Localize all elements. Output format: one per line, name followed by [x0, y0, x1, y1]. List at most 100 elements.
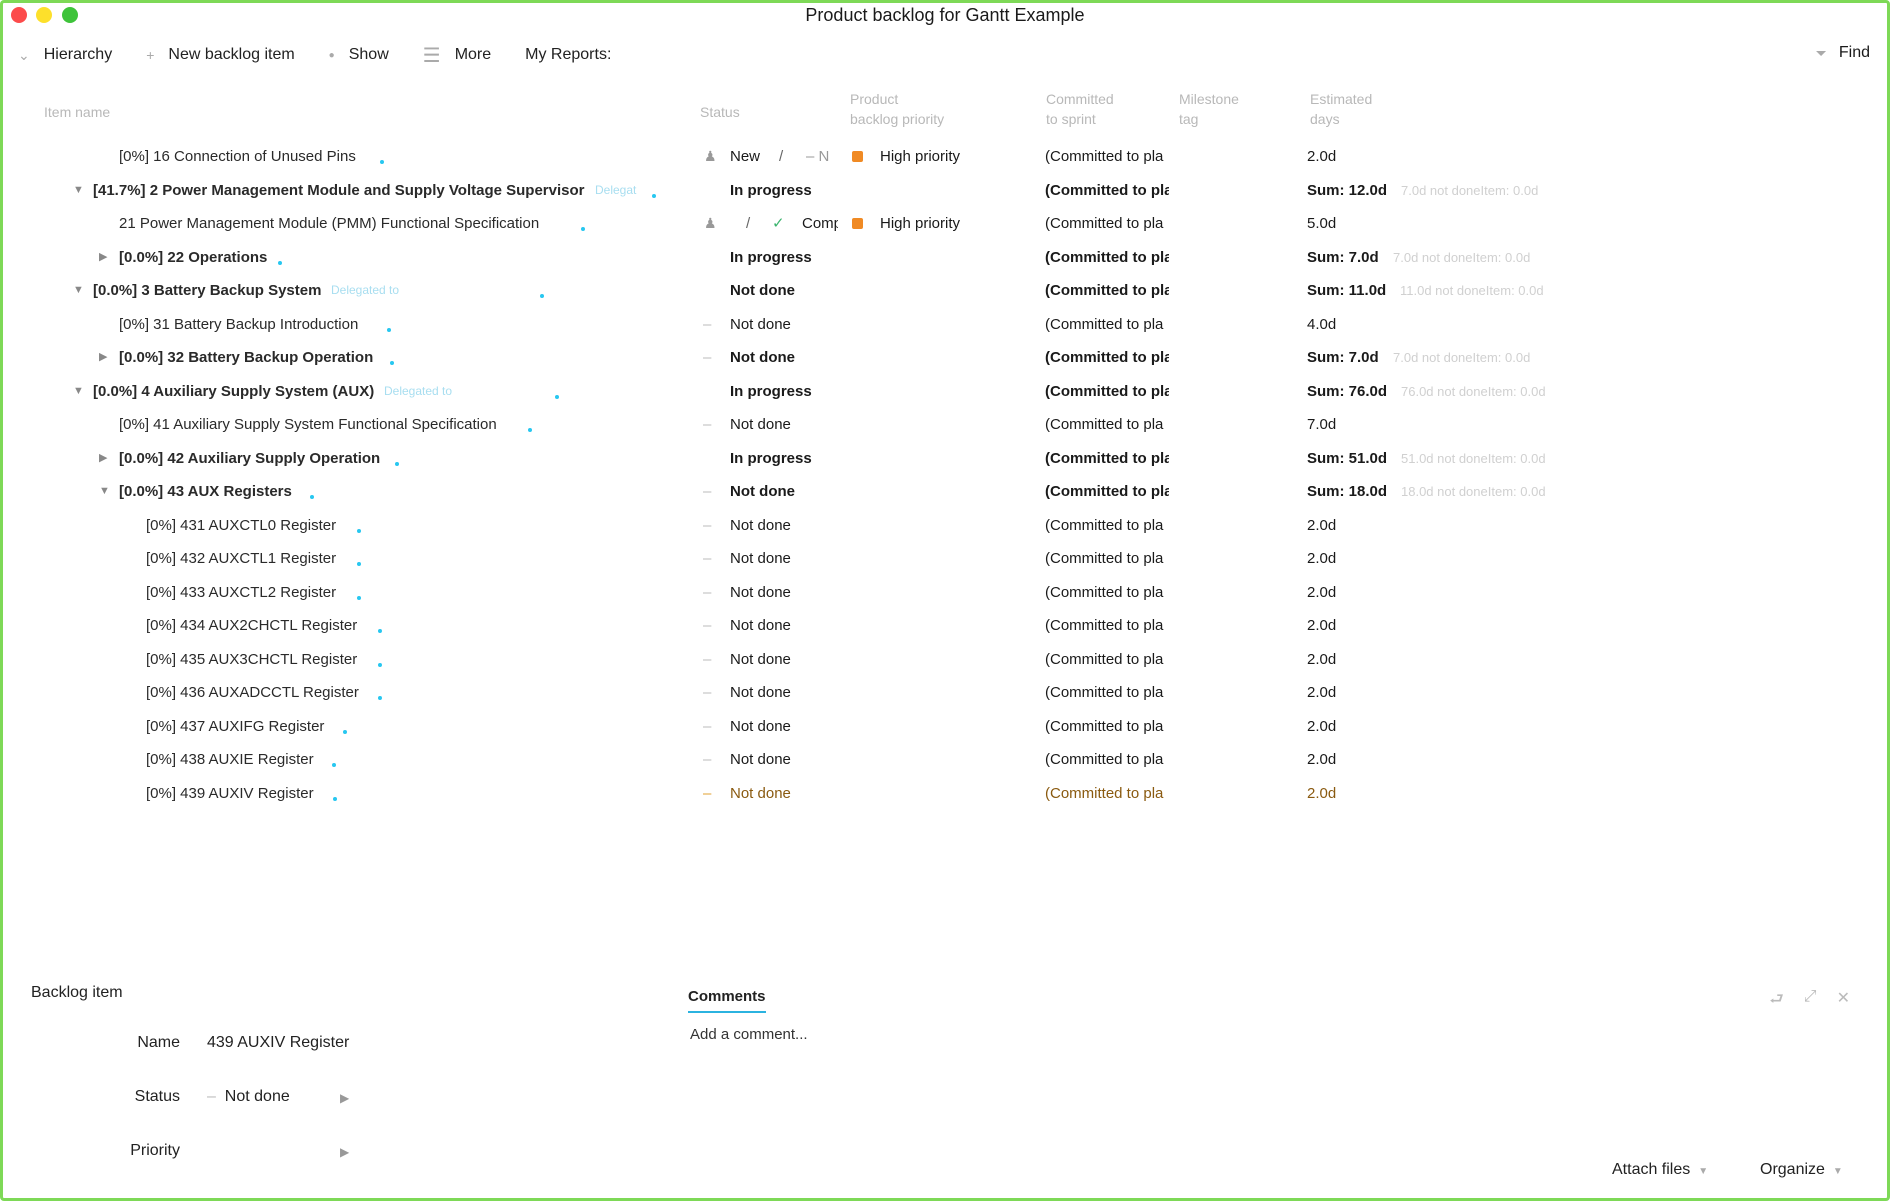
committed-sprint[interactable]: (Committed to pla [1045, 140, 1169, 173]
committed-sprint[interactable]: (Committed to pla [1045, 274, 1169, 307]
item-name[interactable]: [0.0%] 42 Auxiliary Supply Operation [119, 442, 380, 475]
committed-sprint[interactable]: (Committed to pla [1045, 308, 1169, 341]
item-name[interactable]: [0%] 31 Battery Backup Introduction [119, 308, 358, 341]
status-text[interactable]: In progress [730, 442, 812, 475]
committed-sprint[interactable]: (Committed to pla [1045, 676, 1169, 709]
expand-toggle-icon[interactable]: ▶ [99, 442, 107, 475]
committed-sprint[interactable]: (Committed to pla [1045, 174, 1169, 207]
status-text[interactable]: New [730, 140, 760, 173]
hierarchy-button[interactable]: ⌄ Hierarchy [18, 46, 112, 64]
table-row[interactable]: ▶ [0.0%] 22 Operations In progress (Committ… [0, 241, 1890, 274]
committed-sprint[interactable]: (Committed to pla [1045, 777, 1169, 810]
expand-toggle-icon[interactable]: ▶ [99, 241, 107, 274]
committed-sprint[interactable]: (Committed to pla [1045, 710, 1169, 743]
committed-sprint[interactable]: (Committed to pla [1045, 375, 1169, 408]
estimated-days[interactable]: 2.0d [1307, 710, 1336, 743]
estimated-days[interactable]: 2.0d [1307, 777, 1336, 810]
table-row[interactable]: [0%] 431 AUXCTL0 Register – Not done (Commi… [0, 509, 1890, 542]
item-name[interactable]: [0%] 434 AUX2CHCTL Register [146, 609, 357, 642]
committed-sprint[interactable]: (Committed to pla [1045, 542, 1169, 575]
item-name[interactable]: [0%] 438 AUXIE Register [146, 743, 314, 776]
expand-icon[interactable]: ⤢ [1804, 988, 1817, 1015]
committed-sprint[interactable]: (Committed to pla [1045, 442, 1169, 475]
organize-button[interactable]: Organize ▼ [1760, 1161, 1843, 1179]
committed-sprint[interactable]: (Committed to pla [1045, 408, 1169, 441]
item-name[interactable]: [0.0%] 22 Operations [119, 241, 267, 274]
collapse-toggle-icon[interactable]: ▼ [73, 375, 84, 408]
table-row[interactable]: [0%] 435 AUX3CHCTL Register – Not done (Com… [0, 643, 1890, 676]
status-text[interactable]: Not done [730, 408, 791, 441]
estimated-days[interactable]: 2.0d [1307, 643, 1336, 676]
item-name[interactable]: [0.0%] 3 Battery Backup System [93, 274, 321, 307]
status-text[interactable]: Not done [730, 643, 791, 676]
close-icon[interactable]: ✕ [1837, 988, 1850, 1015]
status-text[interactable]: In progress [730, 375, 812, 408]
estimated-days[interactable]: Sum: 7.0d [1307, 241, 1379, 274]
committed-sprint[interactable]: (Committed to pla [1045, 509, 1169, 542]
status-text[interactable]: Not done [730, 308, 791, 341]
item-name[interactable]: [0%] 41 Auxiliary Supply System Function… [119, 408, 497, 441]
table-row[interactable]: ▶ [0.0%] 32 Battery Backup Operation – Not … [0, 341, 1890, 374]
expand-toggle-icon[interactable]: ▶ [99, 341, 107, 374]
column-header-sprint[interactable]: Committed to sprint [1046, 89, 1114, 129]
column-header-name[interactable]: Item name [44, 102, 110, 122]
column-header-priority[interactable]: Product backlog priority [850, 89, 944, 129]
estimated-days[interactable]: Sum: 12.0d [1307, 174, 1387, 207]
table-row[interactable]: [0%] 433 AUXCTL2 Register – Not done (Commi… [0, 576, 1890, 609]
estimated-days[interactable]: 2.0d [1307, 743, 1336, 776]
table-row[interactable]: [0%] 438 AUXIE Register – Not done (Committ… [0, 743, 1890, 776]
table-row[interactable]: [0%] 16 Connection of Unused Pins ♟ New / – … [0, 140, 1890, 173]
status-field-value[interactable]: – Not done [207, 1088, 290, 1106]
status-text[interactable]: Comp [802, 207, 838, 240]
status-text[interactable]: Not done [730, 475, 795, 508]
item-name[interactable]: [0%] 435 AUX3CHCTL Register [146, 643, 357, 676]
estimated-days[interactable]: 2.0d [1307, 609, 1336, 642]
committed-sprint[interactable]: (Committed to pla [1045, 241, 1169, 274]
status-text[interactable]: Not done [730, 542, 791, 575]
item-name[interactable]: [0.0%] 32 Battery Backup Operation [119, 341, 373, 374]
estimated-days[interactable]: 2.0d [1307, 542, 1336, 575]
collapse-toggle-icon[interactable]: ▼ [73, 174, 84, 207]
item-name[interactable]: 21 Power Management Module (PMM) Functio… [119, 207, 539, 240]
status-chevron-icon[interactable]: ▶ [340, 1091, 349, 1105]
estimated-days[interactable]: Sum: 11.0d [1307, 274, 1386, 307]
enter-icon[interactable]: ⮐ [1769, 988, 1783, 1015]
committed-sprint[interactable]: (Committed to pla [1045, 207, 1169, 240]
table-row[interactable]: ▼ [41.7%] 2 Power Management Module and S… [0, 174, 1890, 207]
column-header-estimated[interactable]: Estimated days [1310, 89, 1372, 129]
committed-sprint[interactable]: (Committed to pla [1045, 576, 1169, 609]
table-row[interactable]: [0%] 439 AUXIV Register – Not done (Committ… [0, 777, 1890, 810]
estimated-days[interactable]: Sum: 7.0d [1307, 341, 1379, 374]
table-row[interactable]: [0%] 436 AUXADCCTL Register – Not done (Com… [0, 676, 1890, 709]
assignee-icon[interactable]: ♟ [704, 207, 717, 240]
item-name[interactable]: [0%] 16 Connection of Unused Pins [119, 140, 356, 173]
item-name[interactable]: [0%] 439 AUXIV Register [146, 777, 314, 810]
estimated-days[interactable]: Sum: 76.0d [1307, 375, 1387, 408]
attach-files-button[interactable]: Attach files ▼ [1612, 1161, 1708, 1179]
item-name[interactable]: [0%] 436 AUXADCCTL Register [146, 676, 359, 709]
table-row[interactable]: ▼ [0.0%] 4 Auxiliary Supply System (AUX) D… [0, 375, 1890, 408]
status-text[interactable]: Not done [730, 676, 791, 709]
show-button[interactable]: ● Show [329, 46, 389, 64]
table-row[interactable]: [0%] 437 AUXIFG Register – Not done (Commit… [0, 710, 1890, 743]
tab-comments[interactable]: Comments [688, 988, 766, 1013]
table-row[interactable]: [0%] 434 AUX2CHCTL Register – Not done (Com… [0, 609, 1890, 642]
priority-chevron-icon[interactable]: ▶ [340, 1145, 349, 1159]
estimated-days[interactable]: Sum: 18.0d [1307, 475, 1387, 508]
column-header-milestone[interactable]: Milestone tag [1179, 89, 1239, 129]
more-button[interactable]: ☰ More [423, 43, 491, 68]
my-reports-button[interactable]: My Reports: [525, 46, 611, 64]
committed-sprint[interactable]: (Committed to pla [1045, 475, 1169, 508]
new-backlog-item-button[interactable]: + New backlog item [146, 46, 294, 64]
estimated-days[interactable]: 2.0d [1307, 676, 1336, 709]
table-row[interactable]: [0%] 432 AUXCTL1 Register – Not done (Commi… [0, 542, 1890, 575]
estimated-days[interactable]: 2.0d [1307, 576, 1336, 609]
item-name[interactable]: [0%] 437 AUXIFG Register [146, 710, 324, 743]
committed-sprint[interactable]: (Committed to pla [1045, 643, 1169, 676]
status-text[interactable]: Not done [730, 341, 795, 374]
item-name[interactable]: [0%] 432 AUXCTL1 Register [146, 542, 336, 575]
column-header-status[interactable]: Status [700, 102, 740, 122]
status-text[interactable]: Not done [730, 710, 791, 743]
table-row[interactable]: [0%] 31 Battery Backup Introduction – Not … [0, 308, 1890, 341]
find-button[interactable]: ⏷ Find [1816, 44, 1870, 62]
